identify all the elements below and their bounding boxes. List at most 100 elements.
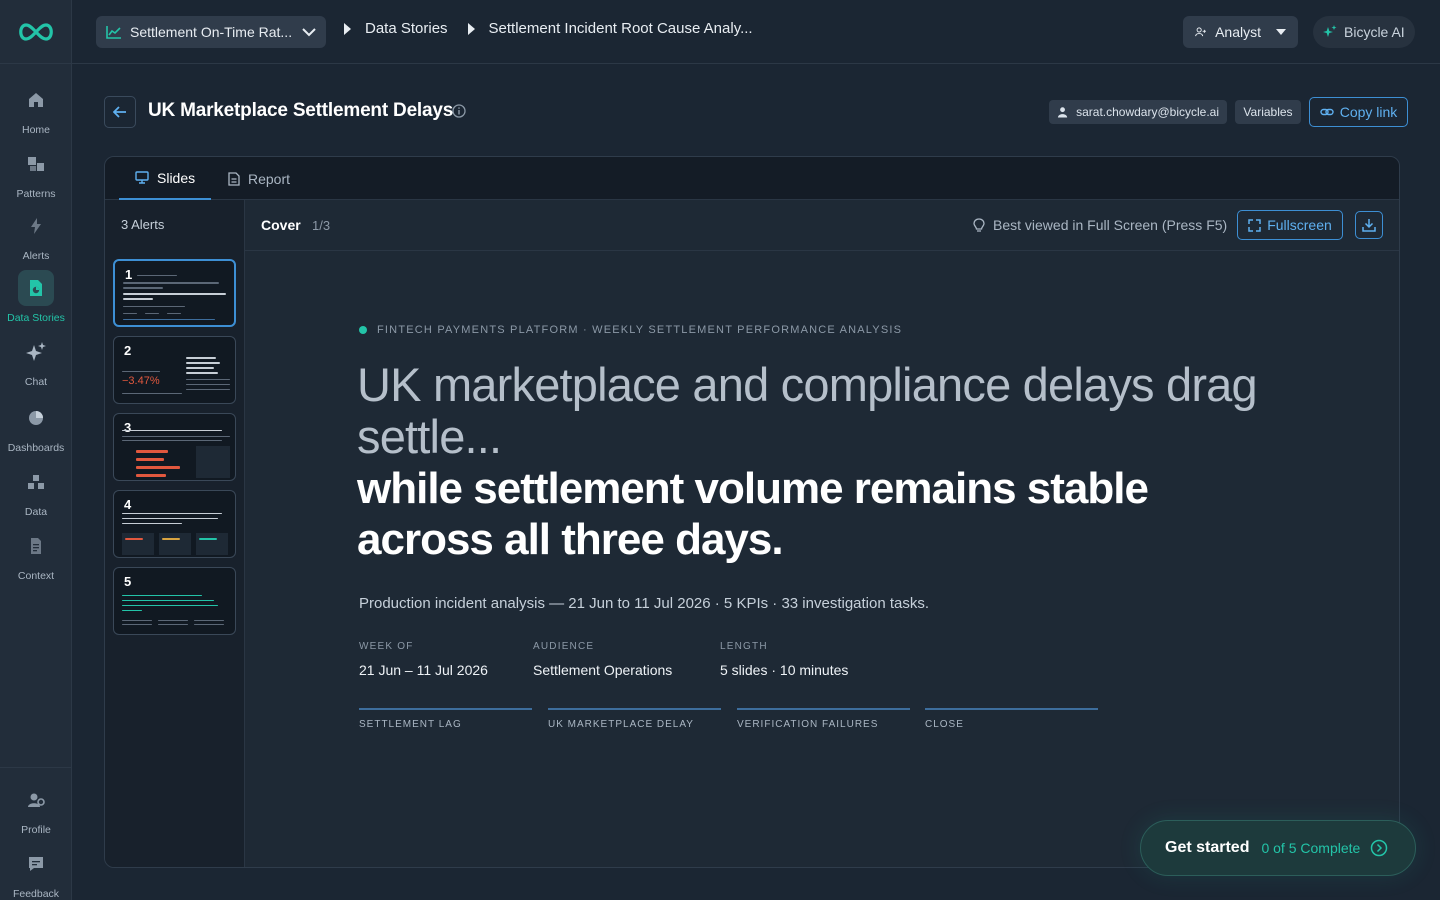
meta-value: 5 slides · 10 minutes (720, 662, 849, 678)
thumbnail-number: 2 (124, 343, 132, 358)
chevron-right-circle-icon (1371, 839, 1388, 857)
rail-item-feedback[interactable]: Feedback (0, 846, 72, 900)
role-selector[interactable]: Analyst (1183, 16, 1298, 48)
cubes-icon (18, 464, 54, 500)
user-icon (1057, 107, 1068, 118)
fullscreen-hint: Best viewed in Full Screen (Press F5) (973, 217, 1227, 233)
owner-badge: sarat.chowdary@bicycle.ai (1049, 100, 1227, 124)
sparkle-icon (1323, 25, 1337, 37)
rail-label: Alerts (22, 250, 50, 262)
rail-label: Data (24, 506, 48, 518)
meta-audience: AUDIENCE Settlement Operations (533, 641, 672, 678)
meta-label: LENGTH (720, 641, 768, 652)
user-gear-icon (18, 782, 54, 818)
rail-item-alerts[interactable]: Alerts (0, 208, 72, 262)
section-close[interactable]: CLOSE (925, 708, 1098, 730)
top-bar: Settlement On-Time Rat... Data Stories S… (72, 0, 1440, 64)
headline-primary: UK marketplace and compliance delays dra… (357, 358, 1258, 463)
meta-value: Settlement Operations (533, 662, 673, 678)
kpi-selector[interactable]: Settlement On-Time Rat... (96, 16, 326, 48)
slide-counter: 1/3 (312, 218, 331, 233)
thumbnail-number: 4 (124, 497, 132, 512)
slide-thumbnail-3[interactable]: 3 (113, 413, 236, 481)
get-started-button[interactable]: Get started 0 of 5 Complete (1140, 820, 1416, 876)
user-switch-icon (1195, 27, 1206, 37)
slide-thumbnail-1[interactable]: 1 (113, 259, 236, 327)
copy-link-label: Copy link (1339, 104, 1398, 120)
meta-length: LENGTH 5 slides · 10 minutes (720, 641, 848, 678)
meta-week: WEEK OF 21 Jun – 11 Jul 2026 (359, 641, 488, 678)
page-title: UK Marketplace Settlement Delays (148, 100, 454, 121)
rail-bottom: Profile Feedback (0, 767, 72, 900)
bicycle-ai-button[interactable]: Bicycle AI (1313, 16, 1415, 48)
rail-item-data[interactable]: Data (0, 464, 72, 518)
breadcrumb-data-stories[interactable]: Data Stories (365, 20, 448, 37)
expand-icon (1248, 218, 1261, 232)
caret-right-icon (344, 22, 351, 35)
role-label: Analyst (1215, 24, 1261, 40)
variables-button[interactable]: Variables (1235, 100, 1301, 124)
caret-down-icon (1276, 29, 1286, 35)
slide-thumbnail-4[interactable]: 4 (113, 490, 236, 558)
thumbnail-number: 1 (125, 267, 133, 282)
presentation-icon (135, 171, 149, 184)
section-bar (925, 708, 1098, 710)
document-icon (18, 528, 54, 564)
kpi-selector-label: Settlement On-Time Rat... (130, 24, 293, 40)
rail-label: Data Stories (7, 312, 65, 324)
download-icon (1362, 219, 1376, 232)
bicycle-ai-label: Bicycle AI (1344, 24, 1405, 40)
chevron-down-icon (302, 28, 316, 37)
left-rail: Home Patterns Alerts Data Stories Chat D… (0, 0, 72, 900)
thumbnail-kpi-value: −3.47% (122, 375, 160, 387)
lightbulb-icon (973, 217, 985, 232)
section-verification-failures[interactable]: VERIFICATION FAILURES (737, 708, 910, 730)
rail-item-dashboards[interactable]: Dashboards (0, 400, 72, 454)
rail-label: Chat (24, 376, 48, 388)
tab-slides[interactable]: Slides (119, 157, 212, 200)
download-button[interactable] (1355, 211, 1383, 239)
rail-label: Feedback (12, 888, 60, 900)
slide-thumbnails: 3 Alerts 1 2 −3.47% 3 4 5 (105, 200, 245, 867)
section-uk-marketplace-delay[interactable]: UK MARKETPLACE DELAY (548, 708, 721, 730)
tab-report[interactable]: Report (212, 157, 306, 200)
meta-value: 21 Jun – 11 Jul 2026 (359, 662, 488, 678)
copy-link-button[interactable]: Copy link (1309, 97, 1408, 127)
info-icon[interactable] (452, 104, 466, 118)
slide-eyebrow: FINTECH PAYMENTS PLATFORM · WEEKLY SETTL… (359, 324, 902, 336)
sparkle-icon (18, 334, 54, 370)
rail-item-profile[interactable]: Profile (0, 782, 72, 836)
rail-item-context[interactable]: Context (0, 528, 72, 582)
back-button[interactable] (104, 96, 136, 128)
slide-title: Cover (261, 217, 301, 233)
rail-item-chat[interactable]: Chat (0, 334, 72, 388)
lightning-icon (18, 208, 54, 244)
section-label: CLOSE (925, 719, 964, 730)
tab-label: Report (248, 170, 291, 187)
chat-icon (18, 846, 54, 882)
section-bar (737, 708, 910, 710)
slide-thumbnail-2[interactable]: 2 −3.47% (113, 336, 236, 404)
rail-label: Patterns (16, 188, 56, 200)
link-icon (1320, 108, 1334, 116)
infinity-logo-icon (18, 22, 53, 41)
line-chart-icon (106, 26, 121, 39)
meta-label: WEEK OF (359, 641, 414, 652)
data-stories-icon (18, 270, 54, 306)
rail-label: Home (21, 124, 50, 136)
rail-item-data-stories[interactable]: Data Stories (0, 270, 72, 324)
bicycle-logo[interactable] (0, 0, 71, 64)
section-bar (548, 708, 721, 710)
breadcrumb: Data Stories Settlement Incident Root Ca… (344, 20, 753, 37)
slide-thumbnail-5[interactable]: 5 (113, 567, 236, 635)
section-settlement-lag[interactable]: SETTLEMENT LAG (359, 708, 532, 730)
get-started-label: Get started (1165, 839, 1250, 856)
eyebrow-text: FINTECH PAYMENTS PLATFORM · WEEKLY SETTL… (377, 324, 903, 336)
alerts-count: 3 Alerts (121, 216, 165, 232)
slide-subtitle: Production incident analysis — 21 Jun to… (359, 595, 930, 612)
rail-item-home[interactable]: Home (0, 82, 72, 136)
section-label: UK MARKETPLACE DELAY (548, 719, 694, 730)
fullscreen-button[interactable]: Fullscreen (1237, 210, 1343, 240)
home-icon (18, 82, 54, 118)
rail-item-patterns[interactable]: Patterns (0, 146, 72, 200)
